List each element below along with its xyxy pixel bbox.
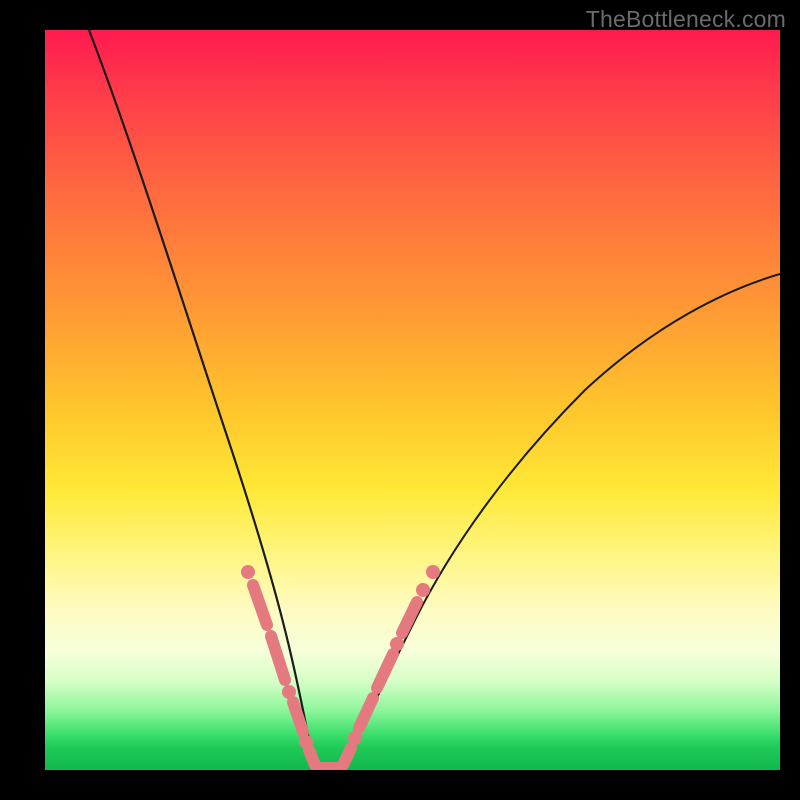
marker-segment — [402, 602, 417, 633]
plot-area — [45, 30, 780, 770]
marker-segment — [271, 636, 285, 680]
marker-segment — [343, 748, 351, 765]
curve-right-branch — [341, 274, 780, 769]
marker-dot — [390, 637, 404, 651]
marker-dot — [241, 565, 255, 579]
marker-segment — [377, 654, 393, 688]
watermark-text: TheBottleneck.com — [586, 6, 786, 33]
marker-dot — [416, 583, 430, 597]
curve-layer — [45, 30, 780, 770]
chart-frame: TheBottleneck.com — [0, 0, 800, 800]
marker-segment — [359, 698, 373, 728]
marker-segment — [253, 585, 267, 625]
marker-dot — [426, 565, 440, 579]
